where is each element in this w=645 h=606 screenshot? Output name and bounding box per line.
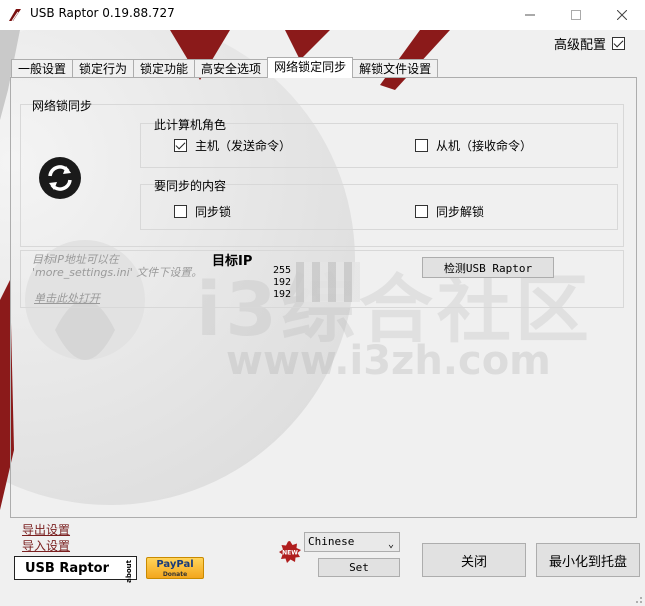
maximize-icon	[571, 10, 581, 20]
new-badge-icon: NEW	[279, 541, 301, 563]
advanced-settings-toggle[interactable]: 高级配置	[554, 34, 626, 53]
detect-usb-raptor-button[interactable]: 检测USB Raptor	[422, 257, 554, 278]
tab-network-sync[interactable]: 网络锁定同步	[267, 57, 354, 78]
logo-text: USB Raptor	[25, 560, 109, 576]
chevron-down-icon: ⌄	[387, 539, 394, 550]
tab-strip: 一般设置 锁定行为 锁定功能 高安全选项 网络锁定同步 解锁文件设置	[11, 57, 439, 78]
target-ip-label: 目标IP	[212, 254, 253, 269]
role-master-checkbox[interactable]	[174, 139, 187, 152]
role-slave-option[interactable]: 从机（接收命令）	[415, 137, 532, 154]
sync-unlock-label: 同步解锁	[436, 205, 485, 219]
minimize-icon	[525, 14, 535, 16]
new-badge-text: NEW	[282, 550, 298, 557]
target-ip-item: 192	[273, 289, 292, 300]
maximize-button[interactable]	[553, 0, 599, 30]
tab-general[interactable]: 一般设置	[11, 59, 74, 78]
tab-high-security[interactable]: 高安全选项	[194, 59, 269, 78]
export-settings-link[interactable]: 导出设置	[22, 521, 70, 538]
paypal-text: PayPal	[156, 559, 194, 570]
target-ip-item: 255	[273, 265, 292, 276]
language-select-value: Chinese	[308, 535, 355, 548]
window-title: USB Raptor 0.19.88.727	[30, 6, 175, 20]
tab-unlock-file[interactable]: 解锁文件设置	[352, 59, 439, 78]
role-slave-checkbox[interactable]	[415, 139, 428, 152]
logo-about-text: about	[125, 560, 133, 583]
close-icon	[617, 10, 627, 20]
advanced-settings-label: 高级配置	[554, 38, 607, 53]
role-master-label: 主机（发送命令）	[195, 139, 292, 153]
tab-lock-behavior[interactable]: 锁定行为	[72, 59, 135, 78]
sync-content-title: 要同步的内容	[154, 179, 227, 193]
close-button[interactable]: 关闭	[422, 543, 526, 577]
usb-raptor-about-logo[interactable]: USB Raptor about	[14, 556, 137, 583]
computer-role-title: 此计算机角色	[154, 118, 227, 132]
minimize-to-tray-button[interactable]: 最小化到托盘	[536, 543, 640, 577]
paypal-donate-text: Donate	[162, 571, 188, 578]
sync-lock-option[interactable]: 同步锁	[174, 203, 231, 220]
minimize-button[interactable]	[507, 0, 553, 30]
sync-lock-checkbox[interactable]	[174, 205, 187, 218]
sync-lock-label: 同步锁	[195, 205, 232, 219]
sync-icon	[39, 157, 81, 199]
import-settings-link[interactable]: 导入设置	[22, 537, 70, 554]
tab-lock-features[interactable]: 锁定功能	[133, 59, 196, 78]
title-bar: USB Raptor 0.19.88.727	[0, 0, 645, 30]
role-slave-label: 从机（接收命令）	[436, 139, 533, 153]
target-ip-item: 192	[273, 277, 292, 288]
set-language-button[interactable]: Set	[318, 558, 400, 577]
role-master-option[interactable]: 主机（发送命令）	[174, 137, 291, 154]
network-sync-group-title: 网络锁同步	[32, 99, 93, 113]
sync-unlock-checkbox[interactable]	[415, 205, 428, 218]
close-window-button[interactable]	[599, 0, 645, 30]
watermark-url: www.i3zh.com	[226, 338, 551, 384]
open-settings-file-link[interactable]: 单击此处打开	[34, 290, 100, 306]
resize-grip-icon[interactable]	[633, 594, 643, 604]
target-ip-hint-line2: 'more_settings.ini' 文件下设置。	[32, 266, 203, 279]
ip-redaction-blur	[296, 262, 360, 302]
paypal-donate-button[interactable]: PayPal Donate	[146, 557, 204, 579]
app-raptor-icon	[9, 9, 21, 22]
advanced-settings-checkbox[interactable]	[612, 37, 626, 50]
sync-unlock-option[interactable]: 同步解锁	[415, 203, 484, 220]
language-select[interactable]: Chinese ⌄	[304, 532, 400, 552]
